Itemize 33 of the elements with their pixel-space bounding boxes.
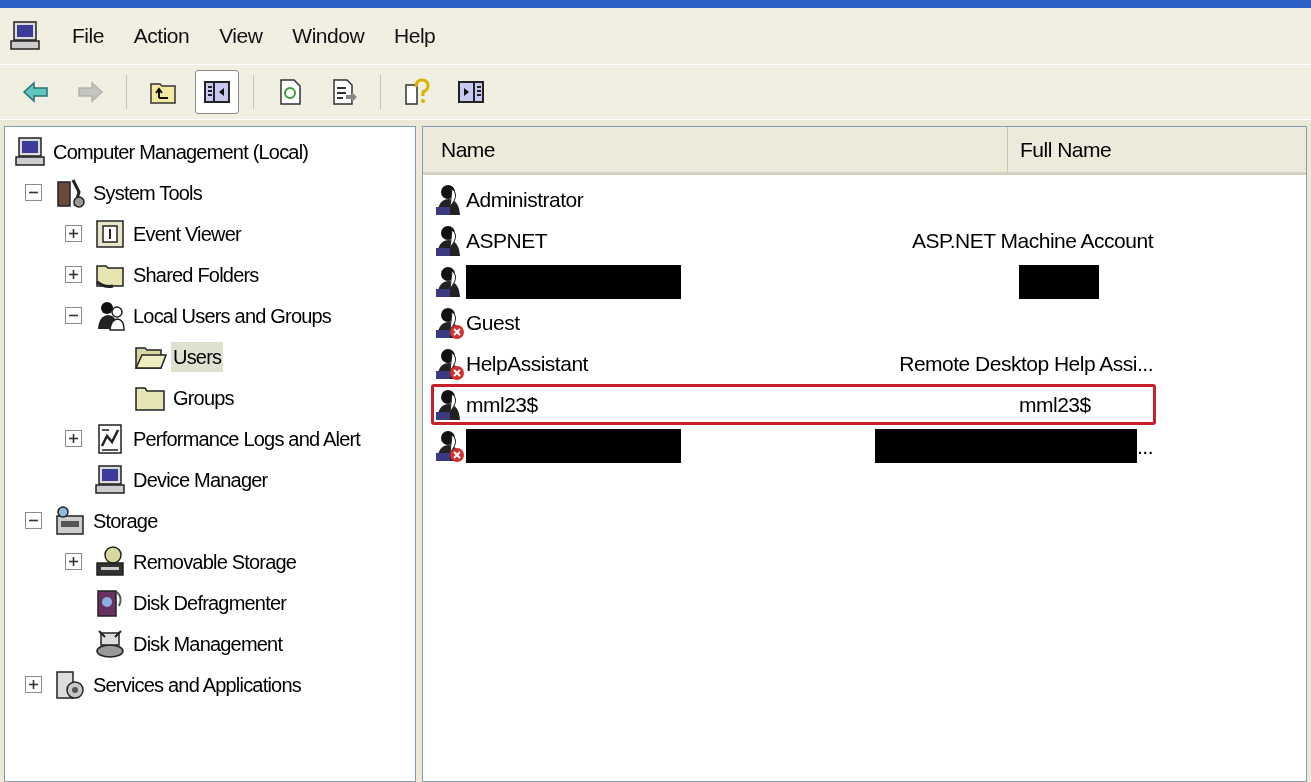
table-row[interactable]: Administrator [431,179,1156,220]
table-cell-text: ASP.NET Machine Account [911,227,1153,254]
column-header[interactable]: Full Name [1008,127,1306,172]
menu-item[interactable]: Window [292,20,365,52]
table-cell-text: mml23$ [466,391,538,418]
tree-item[interactable]: System Tools [91,177,204,208]
menu-item[interactable]: View [219,20,263,52]
table-cell-text: ASPNET [466,227,548,254]
tree-item[interactable]: Disk Management [131,628,285,659]
tree-item[interactable]: Performance Logs and Alert [131,423,363,454]
tree-item[interactable]: Local Users and Groups [131,300,334,331]
table-cell-text: HelpAssistant [466,350,588,377]
menu-item[interactable]: File [72,20,104,52]
tree-item[interactable]: Computer Management (Local) [51,136,311,167]
tree-item[interactable]: Device Manager [131,464,270,495]
menu-item[interactable]: Help [394,20,436,52]
tree-item[interactable]: Disk Defragmenter [131,587,289,618]
menu-item[interactable]: Action [133,20,190,52]
tree-item[interactable]: Storage [91,505,160,536]
table-cell-text: Guest [466,309,520,336]
table-cell-text: Administrator [466,186,584,213]
tree-item[interactable]: Event Viewer [131,218,243,249]
tree-item[interactable]: Services and Applications [91,669,303,700]
table-row[interactable]: ASPNET ASP.NET Machine Account [431,220,1156,261]
table-cell-text: ... [1137,434,1153,460]
highlighted-row[interactable]: mml23$ mml23$ [431,384,1156,425]
tree-item[interactable]: Removable Storage [131,546,299,577]
table-cell-text: mml23$ [1019,391,1091,418]
tree-item[interactable]: Users [171,341,224,372]
column-header[interactable]: Name [423,127,1008,172]
table-cell-text: Remote Desktop Help Assi... [899,350,1153,377]
tree-item[interactable]: Shared Folders [131,259,261,290]
tree-item[interactable]: Groups [171,382,236,413]
